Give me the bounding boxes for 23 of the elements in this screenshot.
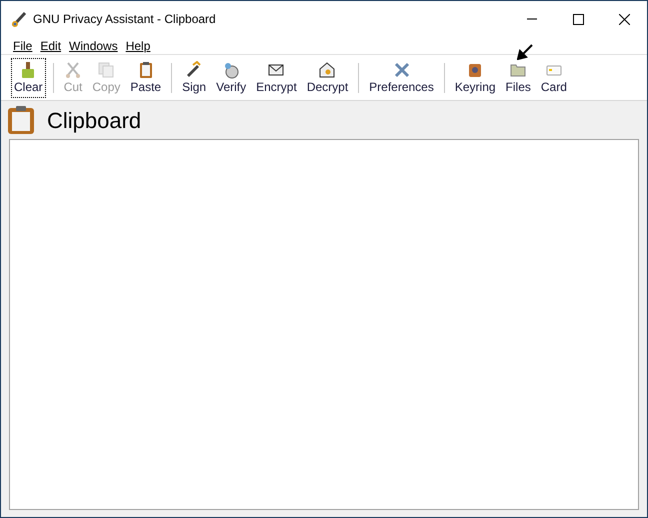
toolbar-button[interactable]: Preferences — [366, 58, 437, 98]
toolbar-button[interactable]: Files — [502, 58, 534, 98]
page-title: Clipboard — [47, 106, 142, 135]
toolbar-button[interactable]: Decrypt — [304, 58, 352, 98]
scissors-icon — [64, 61, 82, 79]
copy-icon — [97, 61, 116, 79]
toolbar-button[interactable]: Clear — [11, 58, 46, 98]
toolbar-button[interactable]: Keyring — [452, 58, 499, 98]
window-title: GNU Privacy Assistant - Clipboard — [33, 11, 216, 28]
menu-item[interactable]: Edit — [36, 36, 66, 54]
maximize-icon — [572, 14, 584, 24]
toolbar-button[interactable]: Card — [538, 58, 570, 98]
toolbar-button[interactable]: Paste — [127, 58, 164, 98]
toolbar-button[interactable]: Verify — [213, 58, 250, 98]
menu-item[interactable]: File — [9, 36, 36, 54]
toolbar-button[interactable]: Encrypt — [253, 58, 300, 98]
pen-icon — [185, 61, 204, 79]
toolbar-button[interactable]: Sign — [179, 58, 210, 98]
app-icon — [11, 10, 29, 28]
menu-item[interactable]: Help — [122, 36, 154, 54]
menu-item[interactable]: Windows — [65, 36, 122, 54]
close-icon — [618, 14, 630, 24]
clipboard-icon — [7, 105, 35, 135]
